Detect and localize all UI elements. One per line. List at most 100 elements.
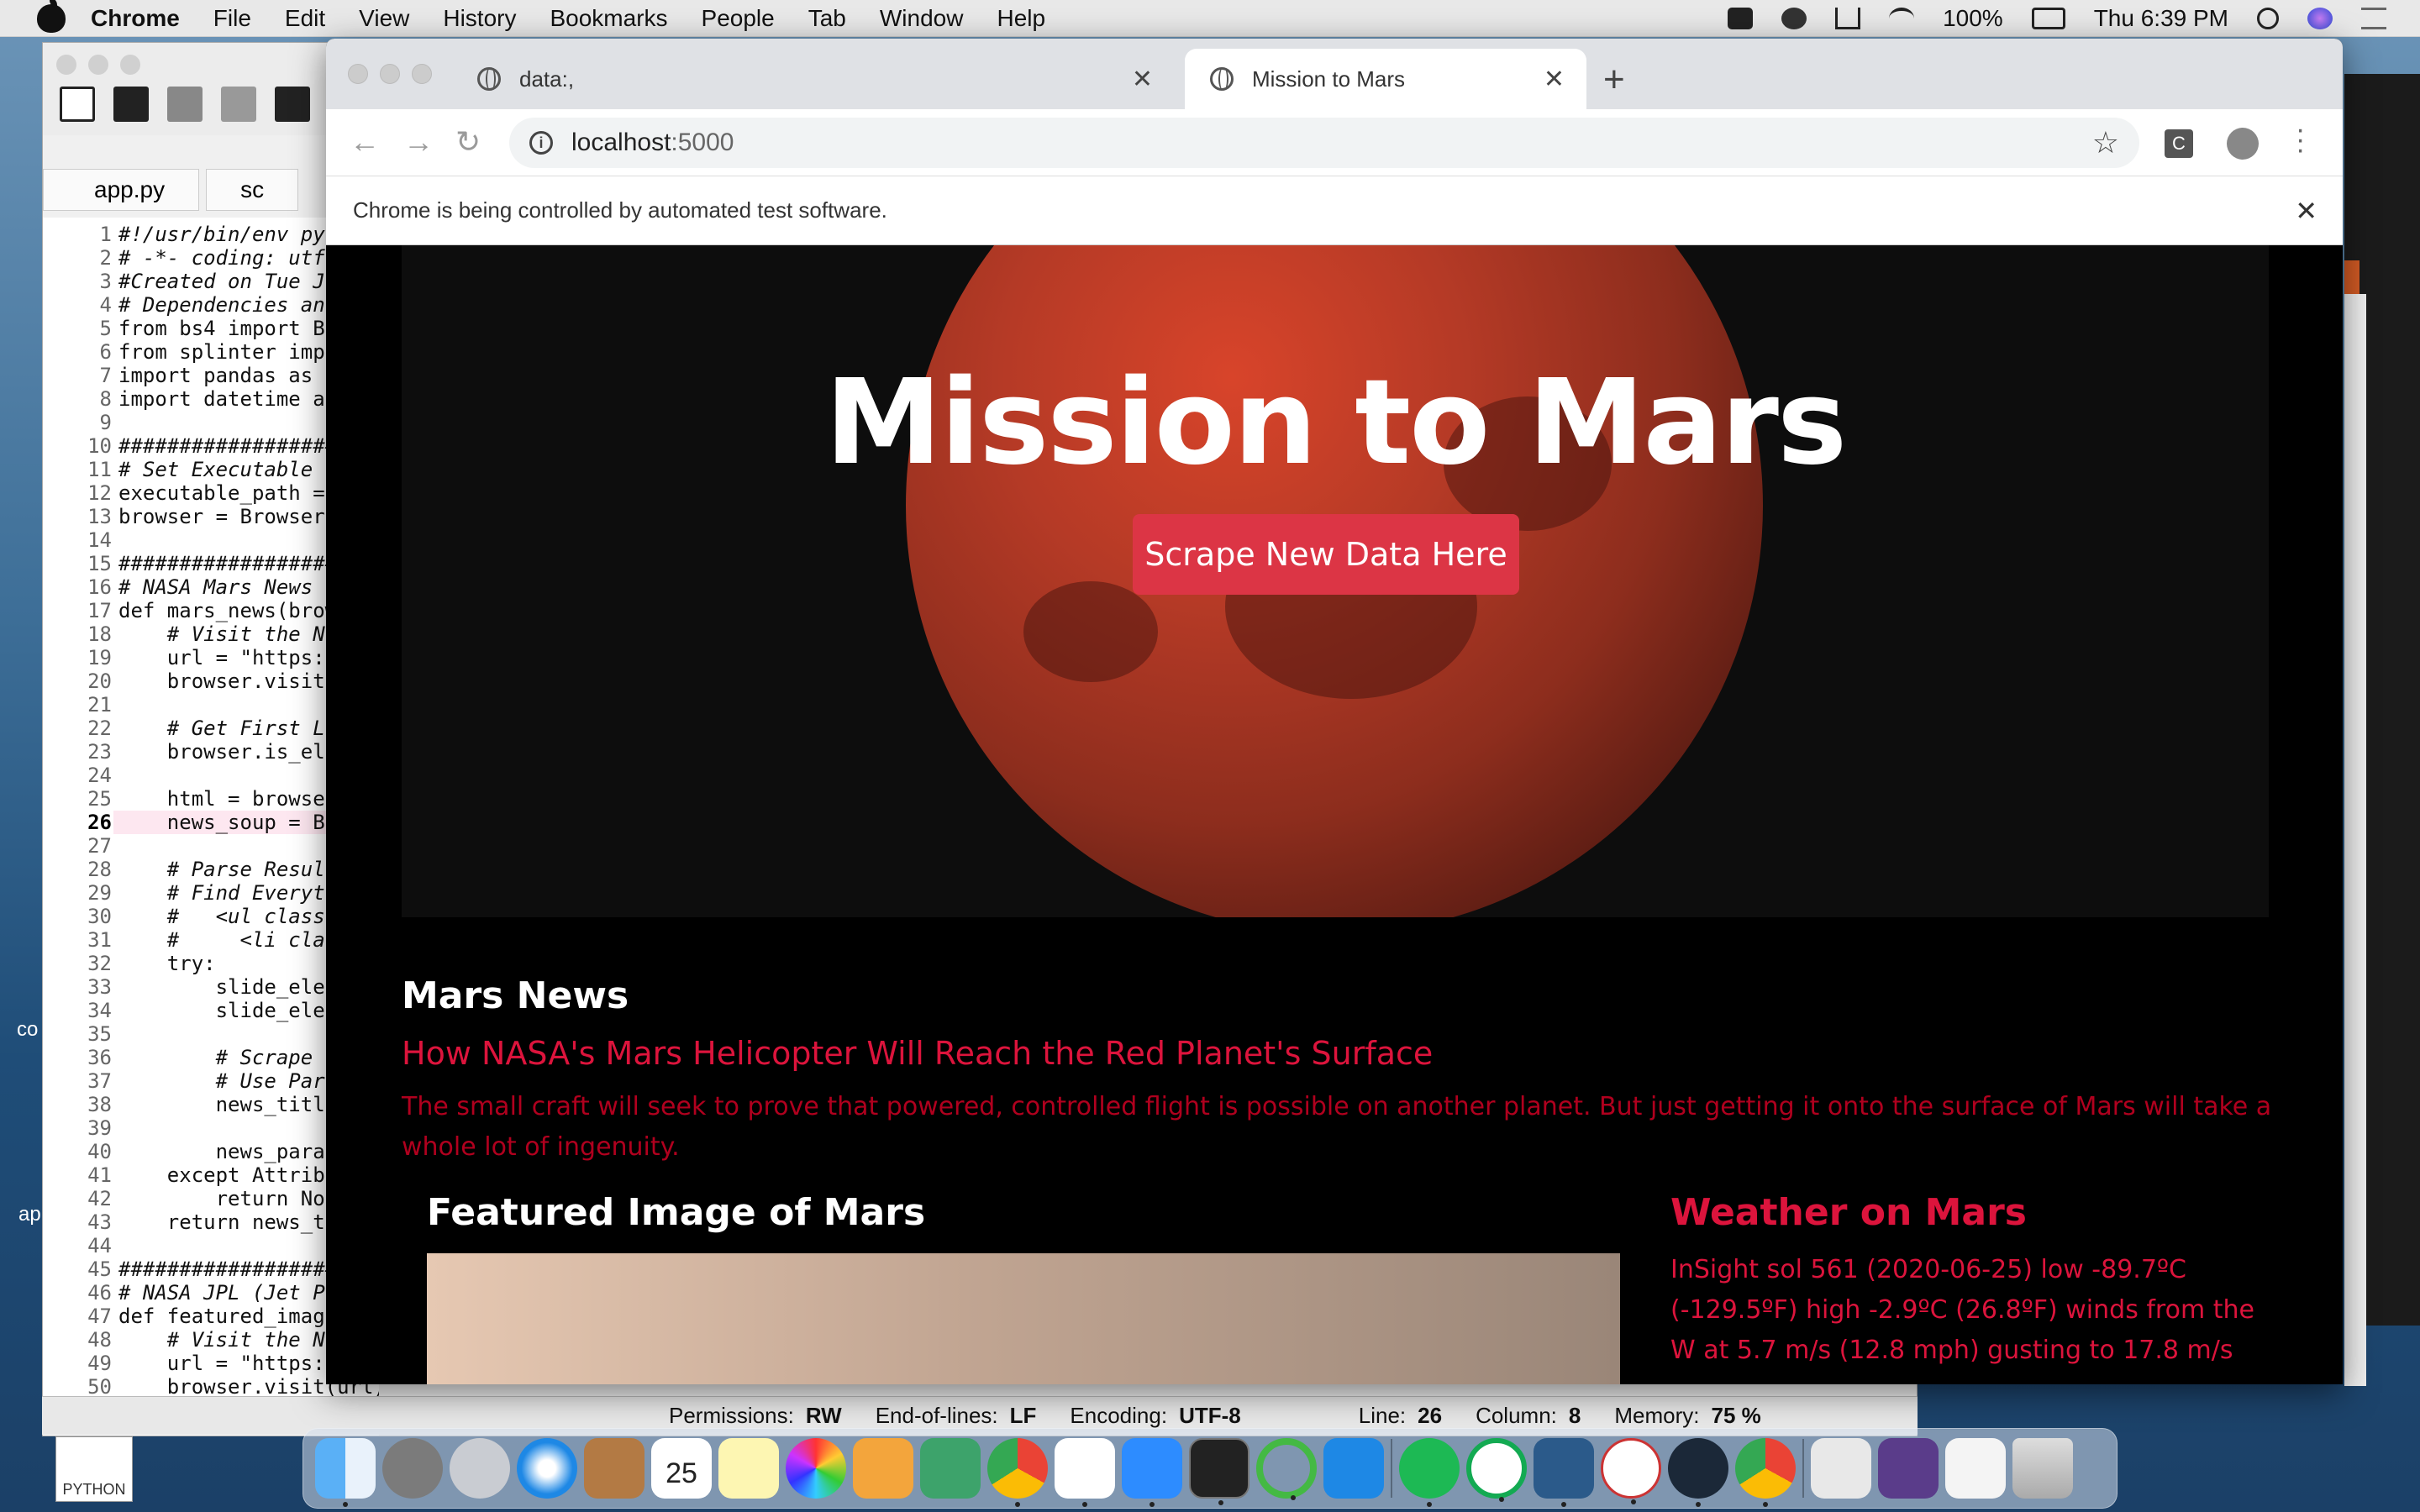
document-thumbnail-icon[interactable]: [1811, 1438, 1871, 1499]
kebab-menu-icon[interactable]: · · ·: [2296, 115, 2305, 164]
menu-history[interactable]: History: [443, 5, 516, 32]
close-tab-icon[interactable]: ✕: [1132, 65, 1153, 94]
save-icon[interactable]: [167, 87, 203, 122]
calendar-day: 25: [666, 1457, 697, 1489]
calendar-icon[interactable]: 25: [651, 1438, 712, 1499]
downloads-stack-icon[interactable]: [1945, 1438, 2006, 1499]
line-number: 7: [99, 364, 112, 387]
window-zoom-button[interactable]: [120, 55, 140, 75]
desktop-item-label[interactable]: co: [17, 1018, 38, 1042]
line-number: 49: [87, 1352, 112, 1375]
vscode-icon[interactable]: [1323, 1438, 1384, 1499]
bookmark-star-icon[interactable]: ☆: [2092, 125, 2119, 160]
editor-tab-second[interactable]: sc: [206, 169, 299, 211]
menu-app-chrome[interactable]: Chrome: [91, 5, 180, 32]
code-line: return No: [118, 1187, 325, 1210]
terminal-icon[interactable]: [1189, 1438, 1249, 1505]
status-label: End-of-lines:: [875, 1403, 998, 1428]
window-minimize-button[interactable]: [380, 64, 400, 84]
browser-tab-mission-to-mars[interactable]: Mission to Mars ✕: [1185, 49, 1586, 109]
editor-tab-app-py[interactable]: app.py: [43, 169, 200, 211]
save-all-icon[interactable]: [221, 87, 256, 122]
line-number: 6: [99, 340, 112, 364]
wifi-icon[interactable]: [1889, 8, 1915, 29]
new-file-icon[interactable]: [60, 87, 95, 122]
pages-icon[interactable]: [853, 1438, 913, 1499]
notification-center-icon[interactable]: [2361, 8, 2386, 29]
chrome-icon[interactable]: [987, 1438, 1048, 1507]
elephant-icon[interactable]: [1781, 8, 1807, 29]
chrome-canary-icon[interactable]: [1735, 1438, 1796, 1507]
mongodb-icon[interactable]: [1466, 1438, 1527, 1502]
line-number: 38: [87, 1093, 112, 1116]
profile-avatar[interactable]: [2227, 128, 2259, 160]
battery-icon[interactable]: [2031, 8, 2065, 29]
safari-icon[interactable]: [517, 1438, 577, 1499]
window-minimize-button[interactable]: [88, 55, 108, 75]
finder-icon[interactable]: [315, 1438, 376, 1507]
system-preferences-icon[interactable]: [382, 1438, 443, 1499]
spider-icon[interactable]: [1601, 1438, 1661, 1504]
address-bar[interactable]: i localhost:5000 ☆: [509, 118, 2139, 168]
back-arrow-icon[interactable]: ←: [350, 124, 380, 160]
clock[interactable]: Thu 6:39 PM: [2094, 5, 2228, 32]
site-info-icon[interactable]: i: [529, 131, 553, 155]
window-zoom-button[interactable]: [412, 64, 432, 84]
launchpad-icon[interactable]: [450, 1438, 510, 1499]
line-number: 37: [87, 1069, 112, 1093]
menu-file[interactable]: File: [213, 5, 251, 32]
photos-icon[interactable]: [786, 1438, 846, 1499]
mysql-workbench-icon[interactable]: [1534, 1438, 1594, 1507]
line-number: 8: [99, 387, 112, 411]
anaconda-icon[interactable]: [1256, 1438, 1317, 1500]
globe-icon: [1210, 67, 1234, 91]
python-file-icon[interactable]: PYTHON: [55, 1436, 133, 1502]
running-indicator: [1763, 1502, 1768, 1507]
window-close-button[interactable]: [56, 55, 76, 75]
reload-icon[interactable]: ↻: [455, 124, 481, 160]
open-folder-icon[interactable]: [113, 87, 149, 122]
close-tab-icon[interactable]: ✕: [1544, 65, 1565, 94]
menu-tab[interactable]: Tab: [808, 5, 846, 32]
spotify-icon[interactable]: [1399, 1438, 1460, 1507]
slack-icon[interactable]: [1055, 1438, 1115, 1507]
desktop-item-label[interactable]: ap: [18, 1203, 41, 1226]
line-number: 2: [99, 246, 112, 270]
zoom-icon[interactable]: [1122, 1438, 1182, 1507]
browser-tab-data[interactable]: data:, ✕: [452, 49, 1175, 109]
tab-strip: data:, ✕ Mission to Mars ✕ +: [326, 39, 2343, 109]
scrape-button[interactable]: Scrape New Data Here: [1133, 514, 1519, 595]
code-line: news_para: [118, 1140, 325, 1163]
airplay-icon[interactable]: [1835, 8, 1861, 29]
extension-icon[interactable]: C: [2165, 129, 2193, 158]
menu-window[interactable]: Window: [880, 5, 964, 32]
spotlight-search-icon[interactable]: [2257, 8, 2279, 29]
close-icon[interactable]: ✕: [2295, 195, 2317, 227]
code-line: #!/usr/bin/env py: [118, 223, 325, 246]
contacts-icon[interactable]: [584, 1438, 644, 1499]
status-value: 26: [1418, 1403, 1443, 1428]
menu-view[interactable]: View: [359, 5, 409, 32]
screenshot-thumbnail-icon[interactable]: [1878, 1438, 1939, 1499]
forward-arrow-icon[interactable]: →: [403, 124, 434, 160]
new-tab-button[interactable]: +: [1603, 59, 1625, 101]
apple-menu-icon[interactable]: [37, 0, 66, 33]
trash-icon[interactable]: [2012, 1438, 2073, 1499]
window-accent-bar: [2344, 260, 2360, 294]
notes-icon[interactable]: [718, 1438, 779, 1499]
line-number: 16: [87, 575, 112, 599]
menu-people[interactable]: People: [702, 5, 775, 32]
menu-help[interactable]: Help: [997, 5, 1045, 32]
steam-icon[interactable]: [1668, 1438, 1728, 1507]
menu-bookmarks[interactable]: Bookmarks: [550, 5, 667, 32]
line-number: 9: [99, 411, 112, 434]
zoom-status-icon[interactable]: [1728, 8, 1754, 29]
window-close-button[interactable]: [348, 64, 368, 84]
list-icon[interactable]: [275, 87, 310, 122]
siri-icon[interactable]: [2307, 8, 2333, 29]
numbers-icon[interactable]: [920, 1438, 981, 1499]
line-number: 46: [87, 1281, 112, 1305]
weather-text: InSight sol 561 (2020-06-25) low -89.7ºC…: [1670, 1255, 2254, 1365]
code-line: #Created on Tue J: [118, 270, 325, 293]
menu-edit[interactable]: Edit: [285, 5, 325, 32]
